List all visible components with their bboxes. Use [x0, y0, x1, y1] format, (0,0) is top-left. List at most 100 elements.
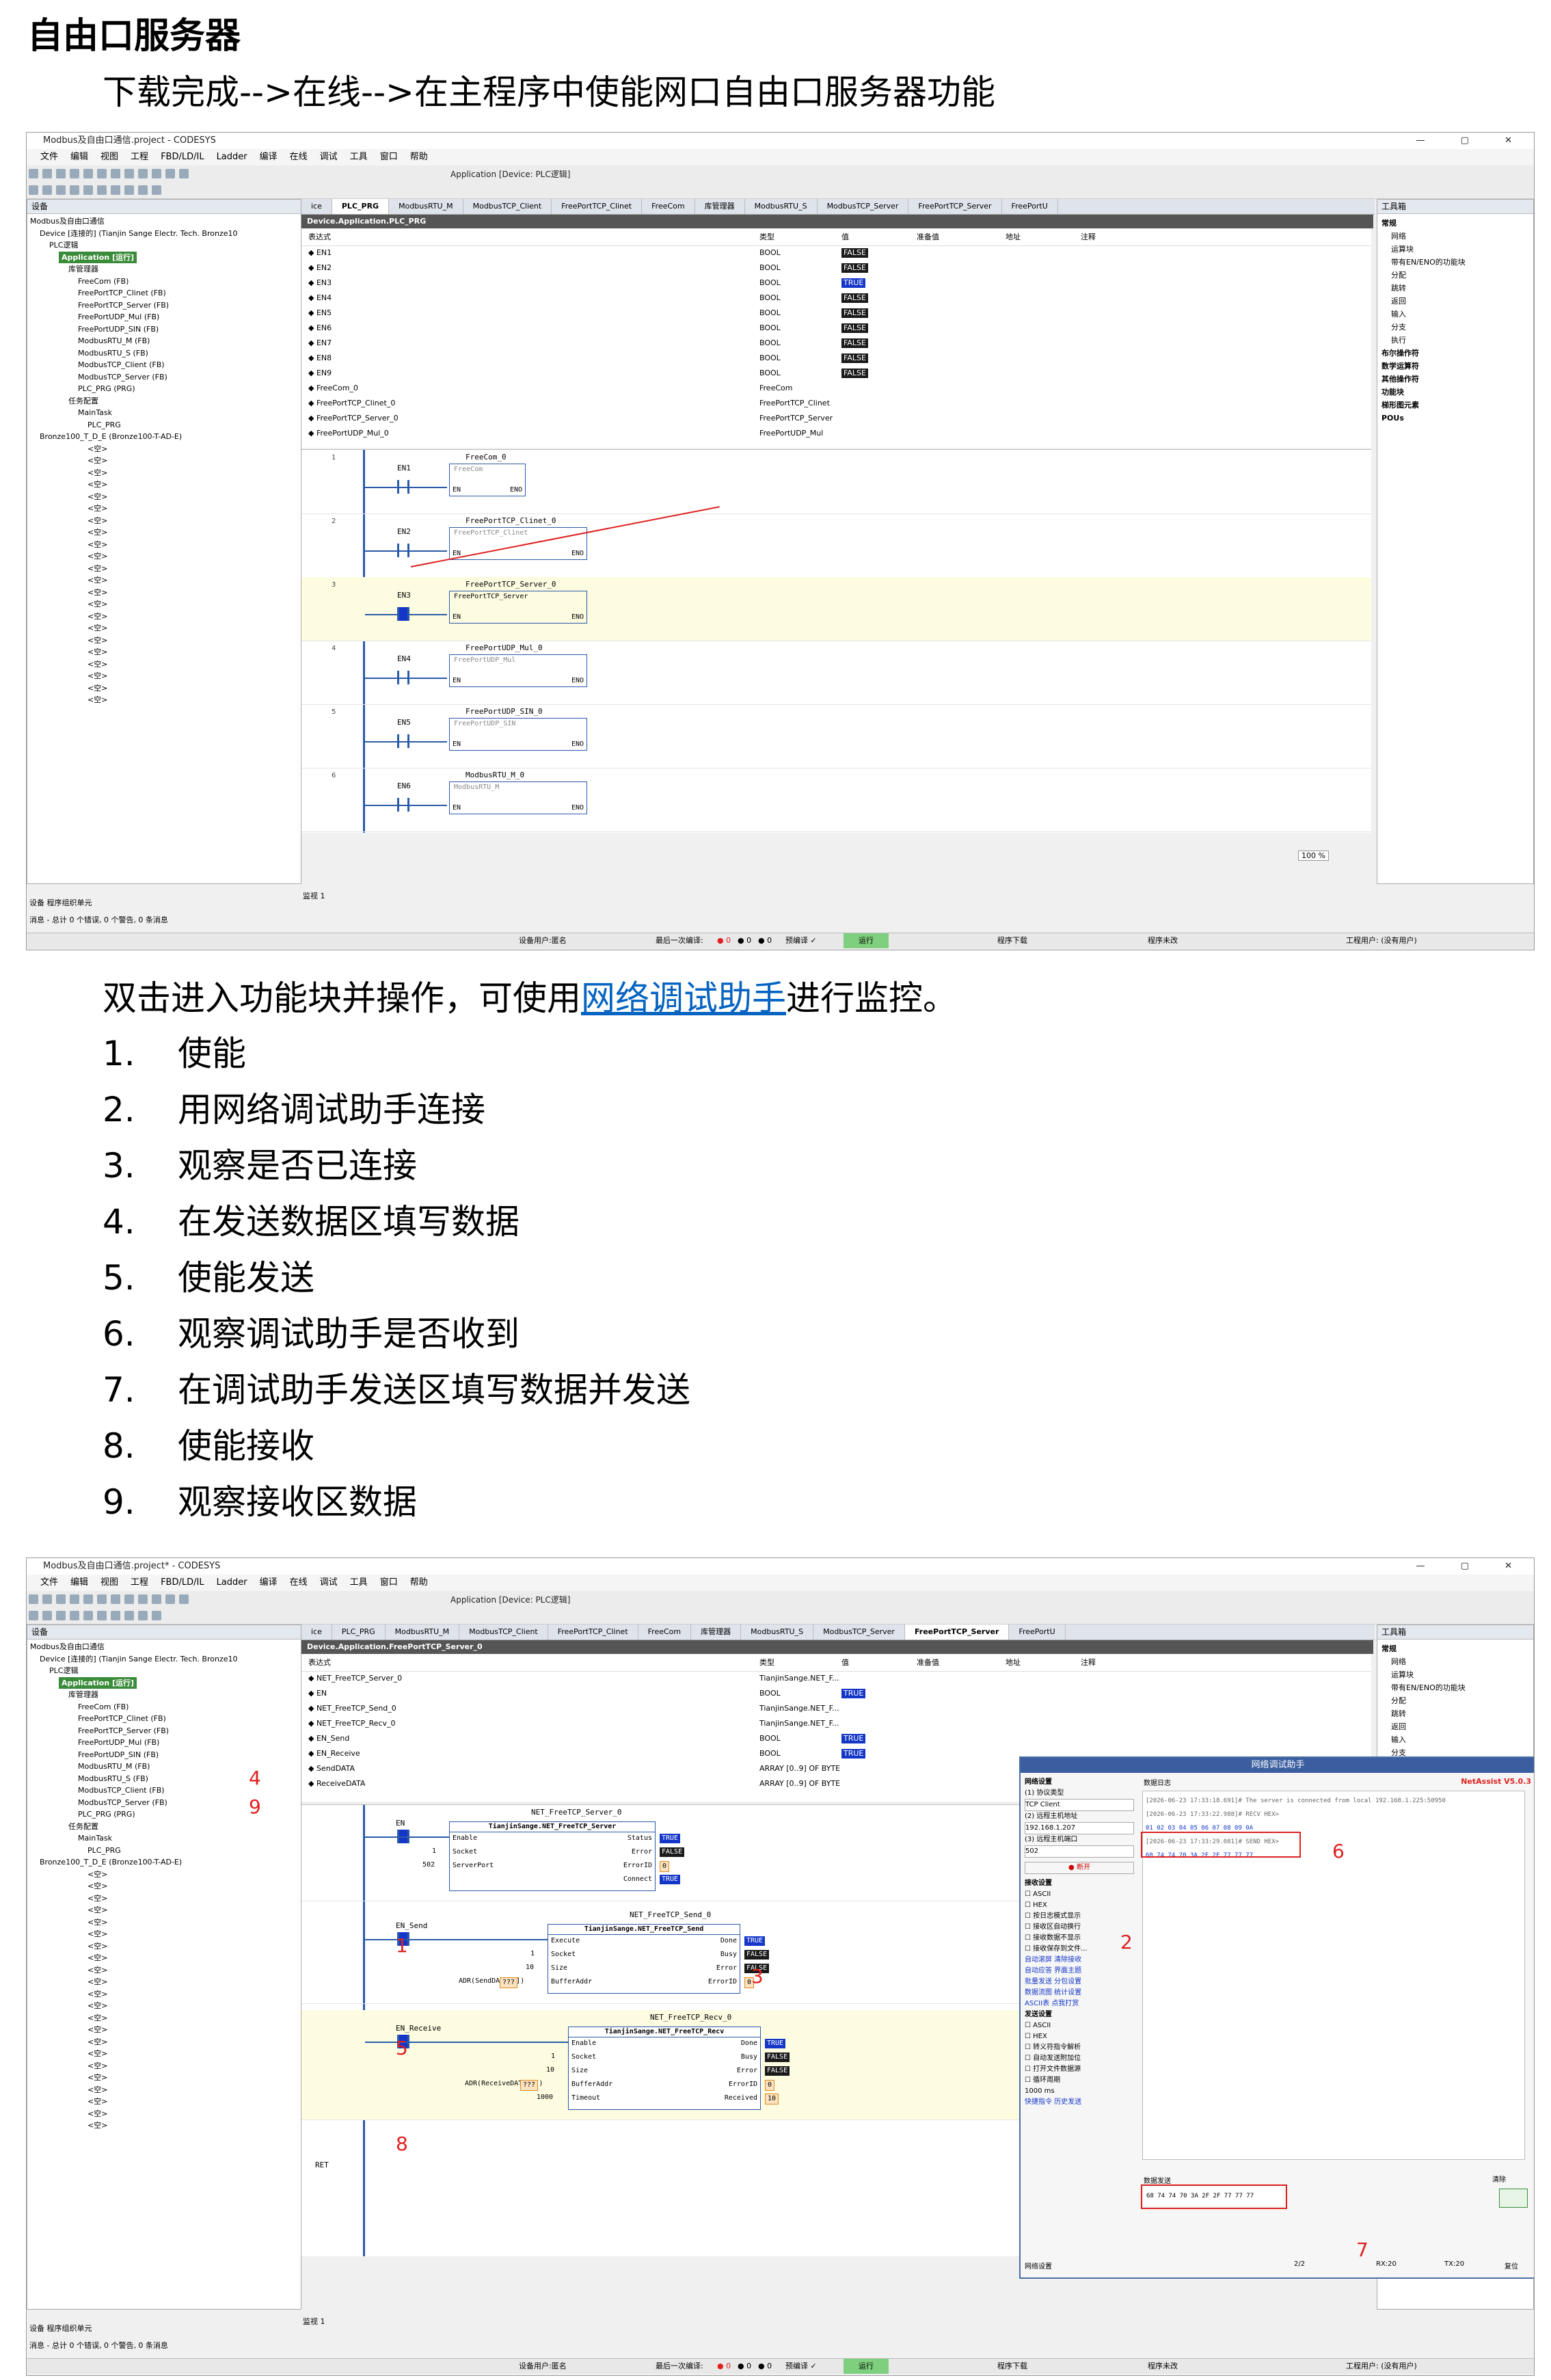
- menu-item[interactable]: 编译: [260, 152, 278, 162]
- tree-slot[interactable]: <空>: [30, 2108, 298, 2120]
- toolbox-item[interactable]: 跳转: [1381, 1707, 1529, 1720]
- editor-tab[interactable]: ice: [301, 1624, 332, 1640]
- window-controls-2[interactable]: — ▢ ✕: [1416, 1558, 1528, 1575]
- tree-item[interactable]: FreePortUDP_Mul (FB): [30, 1737, 298, 1749]
- editor-tab[interactable]: PLC_PRG: [332, 199, 390, 214]
- tree-slot[interactable]: <空>: [30, 1928, 298, 1940]
- netassist-reset[interactable]: 复位: [1505, 2260, 1518, 2271]
- netassist-shortcut[interactable]: 自动应答 界面主题: [1025, 1966, 1134, 1977]
- toolbox-item[interactable]: POUs: [1381, 412, 1529, 425]
- editor-tab[interactable]: PLC_PRG: [332, 1624, 386, 1640]
- tree-slot[interactable]: <空>: [30, 491, 298, 503]
- table-row[interactable]: ◆ EN6 BOOL FALSE: [301, 321, 1371, 336]
- toolbox-item[interactable]: 数学运算符: [1381, 360, 1529, 373]
- editor-tab[interactable]: ModbusRTU_S: [745, 199, 818, 214]
- tree-slot[interactable]: <空>: [30, 503, 298, 515]
- tree-item[interactable]: Application [运行]: [30, 251, 298, 263]
- tree-slot[interactable]: <空>: [30, 1952, 298, 1964]
- function-block[interactable]: ModbusRTU_M EN ENO: [449, 781, 587, 814]
- tree-slot[interactable]: <空>: [30, 2012, 298, 2024]
- tree-item[interactable]: ModbusTCP_Server (FB): [30, 371, 298, 384]
- menu-item[interactable]: Ladder: [217, 152, 247, 162]
- tree-item[interactable]: Bronze100_T_D_E (Bronze100-T-AD-E): [30, 431, 298, 443]
- tree-slot[interactable]: <空>: [30, 2060, 298, 2072]
- function-block[interactable]: FreePortUDP_SIN EN ENO: [449, 718, 587, 751]
- netassist-links[interactable]: 快捷指令 历史发送: [1025, 2097, 1134, 2108]
- tree-item[interactable]: MainTask: [30, 407, 298, 419]
- bottom-tab[interactable]: 程序组织单元: [47, 2324, 92, 2333]
- editor-tab[interactable]: FreePortU: [1002, 199, 1058, 214]
- tree-slot[interactable]: <空>: [30, 2036, 298, 2048]
- toolbox-item[interactable]: 带有EN/ENO的功能块: [1381, 1681, 1529, 1694]
- tree-item[interactable]: Modbus及自由口通信: [30, 1641, 298, 1653]
- recv-option[interactable]: ☐ 接收保存到文件...: [1025, 1944, 1134, 1955]
- tree-item[interactable]: PLC_PRG: [30, 419, 298, 431]
- send-option[interactable]: ☐ 自动发送附加位: [1025, 2053, 1134, 2064]
- menu-item[interactable]: 窗口: [380, 1577, 398, 1588]
- tree-item[interactable]: ModbusTCP_Client (FB): [30, 359, 298, 371]
- menu-item[interactable]: 窗口: [380, 152, 398, 162]
- menu-item[interactable]: 编辑: [70, 152, 88, 162]
- menu-item[interactable]: 文件: [40, 1577, 58, 1588]
- tree-slot[interactable]: <空>: [30, 1869, 298, 1881]
- auto-scroll-link[interactable]: 自动滚屏 清除接收: [1025, 1955, 1134, 1966]
- toolbox-item[interactable]: 输入: [1381, 1733, 1529, 1746]
- tree-slot[interactable]: <空>: [30, 1964, 298, 1977]
- tree-item[interactable]: FreePortTCP_Clinet (FB): [30, 1713, 298, 1725]
- toolbox-item[interactable]: 跳转: [1381, 282, 1529, 295]
- send-button[interactable]: [1499, 2189, 1528, 2208]
- tree-item[interactable]: 库管理器: [30, 1689, 298, 1701]
- tree-item[interactable]: Device [连接的] (Tianjin Sange Electr. Tech…: [30, 228, 298, 240]
- bottom-tab[interactable]: 设备: [29, 898, 47, 907]
- editor-tab[interactable]: ModbusTCP_Server: [818, 199, 909, 214]
- tree-slot[interactable]: <空>: [30, 479, 298, 491]
- bottom-tab[interactable]: 设备: [29, 2324, 47, 2333]
- editor-tab[interactable]: ModbusRTU_S: [741, 1624, 814, 1640]
- menu-item[interactable]: 在线: [290, 1577, 308, 1588]
- tree-slot[interactable]: <空>: [30, 587, 298, 599]
- editor-tab[interactable]: ModbusTCP_Server: [813, 1624, 905, 1640]
- editor-tab[interactable]: FreeCom: [638, 1624, 692, 1640]
- tree-item[interactable]: ModbusRTU_M (FB): [30, 335, 298, 347]
- menu-item[interactable]: 文件: [40, 152, 58, 162]
- table-row[interactable]: ◆ FreeCom_0 FreeCom: [301, 381, 1371, 396]
- tree-item[interactable]: Bronze100_T_D_E (Bronze100-T-AD-E): [30, 1856, 298, 1869]
- toolbox-item[interactable]: 返回: [1381, 295, 1529, 308]
- bottom-tab[interactable]: 程序组织单元: [47, 898, 92, 907]
- tree-slot[interactable]: <空>: [30, 2096, 298, 2108]
- menu-item[interactable]: 视图: [100, 1577, 118, 1588]
- menu-item[interactable]: 帮助: [410, 152, 428, 162]
- toolbox-item[interactable]: 布尔操作符: [1381, 347, 1529, 360]
- tree-slot[interactable]: <空>: [30, 455, 298, 467]
- tree-slot[interactable]: <空>: [30, 1976, 298, 1988]
- contact[interactable]: [397, 480, 409, 494]
- netassist-host[interactable]: 192.168.1.207: [1025, 1822, 1134, 1834]
- table-row[interactable]: ◆ EN9 BOOL FALSE: [301, 366, 1371, 381]
- send-option[interactable]: ☐ 循环周期: [1025, 2075, 1134, 2086]
- tree-slot[interactable]: <空>: [30, 2072, 298, 2084]
- tree-item[interactable]: FreePortUDP_SIN (FB): [30, 1749, 298, 1761]
- menu-item[interactable]: 调试: [320, 152, 338, 162]
- menu-item[interactable]: 调试: [320, 1577, 338, 1588]
- editor-tab[interactable]: ModbusRTU_M: [386, 1624, 460, 1640]
- toolbox-item[interactable]: 分配: [1381, 1694, 1529, 1707]
- tree-slot[interactable]: <空>: [30, 550, 298, 563]
- tree-item[interactable]: FreePortTCP_Server (FB): [30, 1725, 298, 1737]
- toolbox-item[interactable]: 运算块: [1381, 243, 1529, 256]
- send-option[interactable]: ☐ ASCII: [1025, 2020, 1134, 2031]
- netassist-link[interactable]: 网络调试助手: [581, 978, 786, 1018]
- tree-slot[interactable]: <空>: [30, 1988, 298, 2001]
- cycle-period[interactable]: 1000 ms: [1025, 2086, 1134, 2097]
- menu-item[interactable]: 工程: [131, 152, 148, 162]
- editor-tab[interactable]: FreeCom: [642, 199, 695, 214]
- netassist-clear-button[interactable]: 清除: [1492, 2174, 1506, 2184]
- tree-item[interactable]: 库管理器: [30, 263, 298, 276]
- function-block[interactable]: TianjinSange.NET_FreeTCP_Server Enable Soc…: [449, 1821, 656, 1891]
- table-row[interactable]: ◆ NET_FreeTCP_Send_0 TianjinSange.NET_F..…: [301, 1701, 1371, 1716]
- active-application-2[interactable]: Application [Device: PLC逻辑]: [450, 1594, 570, 1605]
- table-row[interactable]: ◆ EN1 BOOL FALSE: [301, 245, 1371, 260]
- tree-slot[interactable]: <空>: [30, 539, 298, 551]
- contact[interactable]: [397, 734, 409, 748]
- tree-slot[interactable]: <空>: [30, 574, 298, 587]
- tree-slot[interactable]: <空>: [30, 694, 298, 706]
